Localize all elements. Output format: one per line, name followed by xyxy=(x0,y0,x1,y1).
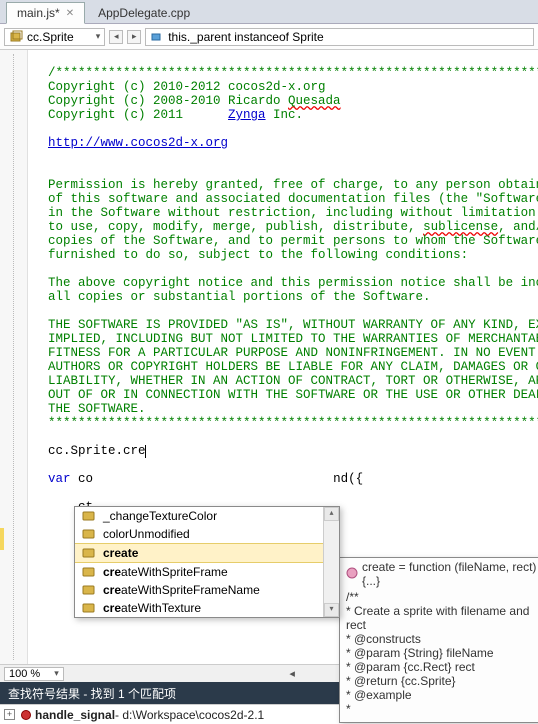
autocomplete-item[interactable]: createWithTexture xyxy=(75,599,323,617)
method-icon xyxy=(81,527,97,541)
expand-icon[interactable]: + xyxy=(4,709,15,720)
method-icon xyxy=(346,567,358,582)
scope-text: cc.Sprite xyxy=(27,30,74,44)
comment-line: copies of the Software, and to permit pe… xyxy=(48,234,538,248)
field-icon xyxy=(150,30,164,44)
code-line: var co nd({ xyxy=(48,472,363,486)
nav-fwd-button[interactable]: ▸ xyxy=(127,30,141,44)
comment-line: in the Software without restriction, inc… xyxy=(48,206,538,220)
find-results-title: 查找符号结果 - 找到 1 个匹配项 xyxy=(8,685,176,702)
comment-line: THE SOFTWARE IS PROVIDED "AS IS", WITHOU… xyxy=(48,318,538,332)
comment-line: The above copyright notice and this perm… xyxy=(48,276,538,290)
file-tab-main[interactable]: main.js* ✕ xyxy=(6,2,85,24)
tooltip-doc-line: * @param {cc.Rect} rect xyxy=(346,660,538,674)
autocomplete-item[interactable]: colorUnmodified xyxy=(75,525,323,543)
tooltip-doc-line: * xyxy=(346,702,538,716)
method-icon xyxy=(81,546,97,560)
comment-line: /***************************************… xyxy=(48,66,538,80)
method-icon xyxy=(81,583,97,597)
tooltip-doc-line: * @example xyxy=(346,688,538,702)
change-marker xyxy=(0,528,4,550)
code-nav-bar: cc.Sprite ▾ ◂ ▸ this._parent instanceof … xyxy=(0,24,538,50)
split-left-icon[interactable]: ◂ xyxy=(285,667,299,680)
scroll-down-icon[interactable]: ▾ xyxy=(324,603,339,617)
autocomplete-list[interactable]: _changeTextureColor colorUnmodified create… xyxy=(75,507,323,617)
autocomplete-item[interactable]: createWithSpriteFrameName xyxy=(75,581,323,599)
comment-line: Copyright (c) 2011 Zynga Inc. xyxy=(48,108,303,122)
comment-line: of this software and associated document… xyxy=(48,192,538,206)
method-icon xyxy=(81,565,97,579)
chevron-down-icon: ▾ xyxy=(96,31,101,42)
tooltip-doc-line: /** xyxy=(346,590,538,604)
comment-line: to use, copy, modify, merge, publish, di… xyxy=(48,220,538,234)
autocomplete-scrollbar[interactable]: ▴ ▾ xyxy=(323,507,339,617)
comment-line: Copyright (c) 2008-2010 Ricardo Quesada xyxy=(48,94,341,108)
class-icon xyxy=(9,30,23,44)
autocomplete-item-label: createWithSpriteFrameName xyxy=(103,583,260,597)
comment-line: Permission is hereby granted, free of ch… xyxy=(48,178,538,192)
zoom-value: 100 % xyxy=(9,668,40,680)
tooltip-doc-line: * Create a sprite with filename and rect xyxy=(346,604,538,632)
nav-back-button[interactable]: ◂ xyxy=(109,30,123,44)
comment-line: ****************************************… xyxy=(48,416,538,430)
code-typed: cc.Sprite.cre xyxy=(48,444,146,458)
tooltip-signature: create = function (fileName, rect){...} xyxy=(362,560,538,588)
fold-guide xyxy=(13,54,14,660)
close-icon[interactable]: ✕ xyxy=(66,8,74,19)
autocomplete-item-label: _changeTextureColor xyxy=(103,509,217,523)
comment-line: IMPLIED, INCLUDING BUT NOT LIMITED TO TH… xyxy=(48,332,538,346)
method-icon xyxy=(81,509,97,523)
method-icon xyxy=(81,601,97,615)
comment-line: LIABILITY, WHETHER IN AN ACTION OF CONTR… xyxy=(48,374,538,388)
scroll-up-icon[interactable]: ▴ xyxy=(324,507,339,521)
scope-selector[interactable]: cc.Sprite ▾ xyxy=(4,28,105,46)
chevron-down-icon: ▾ xyxy=(54,668,59,679)
tooltip-doc-line: * @constructs xyxy=(346,632,538,646)
comment-line: all copies or substantial portions of th… xyxy=(48,290,431,304)
comment-line: furnished to do so, subject to the follo… xyxy=(48,248,468,262)
comment-line: OUT OF OR IN CONNECTION WITH THE SOFTWAR… xyxy=(48,388,538,402)
result-symbol: handle_signal xyxy=(35,708,115,722)
tooltip-doc-line: * @param {String} fileName xyxy=(346,646,538,660)
breakpoint-icon xyxy=(21,710,31,720)
autocomplete-item-label: createWithTexture xyxy=(103,601,201,615)
autocomplete-item-label: create xyxy=(103,546,138,560)
file-tab-label: AppDelegate.cpp xyxy=(98,6,190,20)
file-tab-label: main.js* xyxy=(17,6,60,20)
member-text: this._parent instanceof Sprite xyxy=(168,30,323,44)
result-path: - d:\Workspace\cocos2d-2.1 xyxy=(115,708,264,722)
autocomplete-item-label: colorUnmodified xyxy=(103,527,190,541)
autocomplete-item[interactable]: create xyxy=(75,543,323,563)
tooltip-doc-line: * @return {cc.Sprite} xyxy=(346,674,538,688)
comment-line: THE SOFTWARE. xyxy=(48,402,146,416)
autocomplete-item-label: createWithSpriteFrame xyxy=(103,565,228,579)
comment-line: Copyright (c) 2010-2012 cocos2d-x.org xyxy=(48,80,326,94)
autocomplete-item[interactable]: _changeTextureColor xyxy=(75,507,323,525)
zoom-selector[interactable]: 100 % ▾ xyxy=(4,667,64,681)
file-tab-appdelegate[interactable]: AppDelegate.cpp xyxy=(87,2,201,23)
comment-line: FITNESS FOR A PARTICULAR PURPOSE AND NON… xyxy=(48,346,538,360)
autocomplete-item[interactable]: createWithSpriteFrame xyxy=(75,563,323,581)
comment-line: AUTHORS OR COPYRIGHT HOLDERS BE LIABLE F… xyxy=(48,360,538,374)
editor-gutter[interactable] xyxy=(0,50,28,664)
member-selector[interactable]: this._parent instanceof Sprite xyxy=(145,28,534,46)
comment-url[interactable]: http://www.cocos2d-x.org xyxy=(48,136,228,150)
text-caret xyxy=(145,445,146,458)
signature-tooltip: create = function (fileName, rect){...} … xyxy=(339,557,538,723)
autocomplete-popup: _changeTextureColor colorUnmodified create… xyxy=(74,506,340,618)
file-tab-bar: main.js* ✕ AppDelegate.cpp xyxy=(0,0,538,24)
